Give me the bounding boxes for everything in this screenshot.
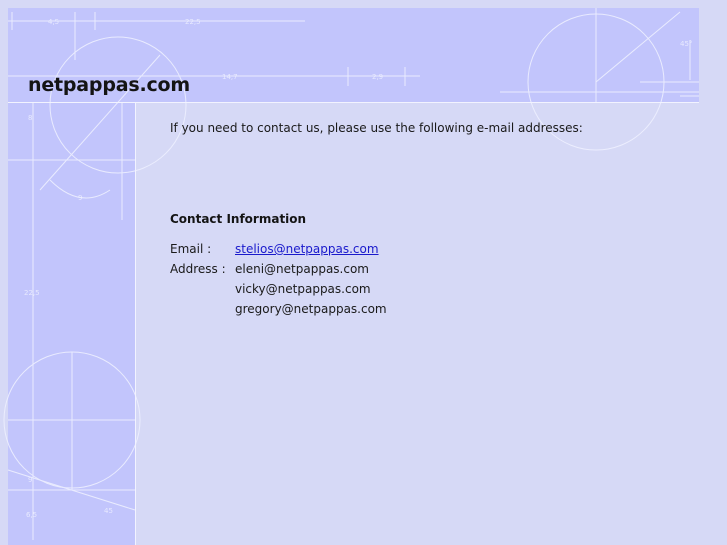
- address-item: eleni@netpappas.com: [235, 262, 369, 276]
- site-title: netpappas.com: [28, 74, 190, 96]
- address-item: vicky@netpappas.com: [235, 282, 371, 296]
- dimension-label: 45°: [680, 40, 692, 48]
- column-divider: [135, 102, 136, 545]
- dimension-label: 6,5: [26, 511, 37, 519]
- dimension-label: 14,7: [222, 73, 238, 81]
- header-divider: [8, 102, 699, 103]
- email-value: stelios@netpappas.com: [235, 241, 379, 257]
- email-label: Email :: [170, 242, 212, 256]
- address-label: Address :: [170, 262, 226, 276]
- contact-heading: Contact Information: [170, 212, 307, 226]
- intro-text: If you need to contact us, please use th…: [170, 121, 583, 135]
- page: 4,5 22,5 14,7 2,9 45° 9 8 22,5 9 6,5 45 …: [0, 0, 727, 545]
- email-link[interactable]: stelios@netpappas.com: [235, 242, 379, 256]
- address-item: gregory@netpappas.com: [235, 302, 387, 316]
- dimension-label: 4,5: [48, 18, 59, 26]
- main-content: If you need to contact us, please use th…: [170, 121, 583, 136]
- dimension-label: 9: [78, 194, 82, 202]
- dimension-label: 9: [28, 476, 32, 484]
- dimension-label: 45: [104, 507, 113, 515]
- dimension-label: 22,5: [24, 289, 40, 297]
- dimension-label: 22,5: [185, 18, 201, 26]
- dimension-label: 8: [28, 114, 32, 122]
- dimension-label: 2,9: [372, 73, 383, 81]
